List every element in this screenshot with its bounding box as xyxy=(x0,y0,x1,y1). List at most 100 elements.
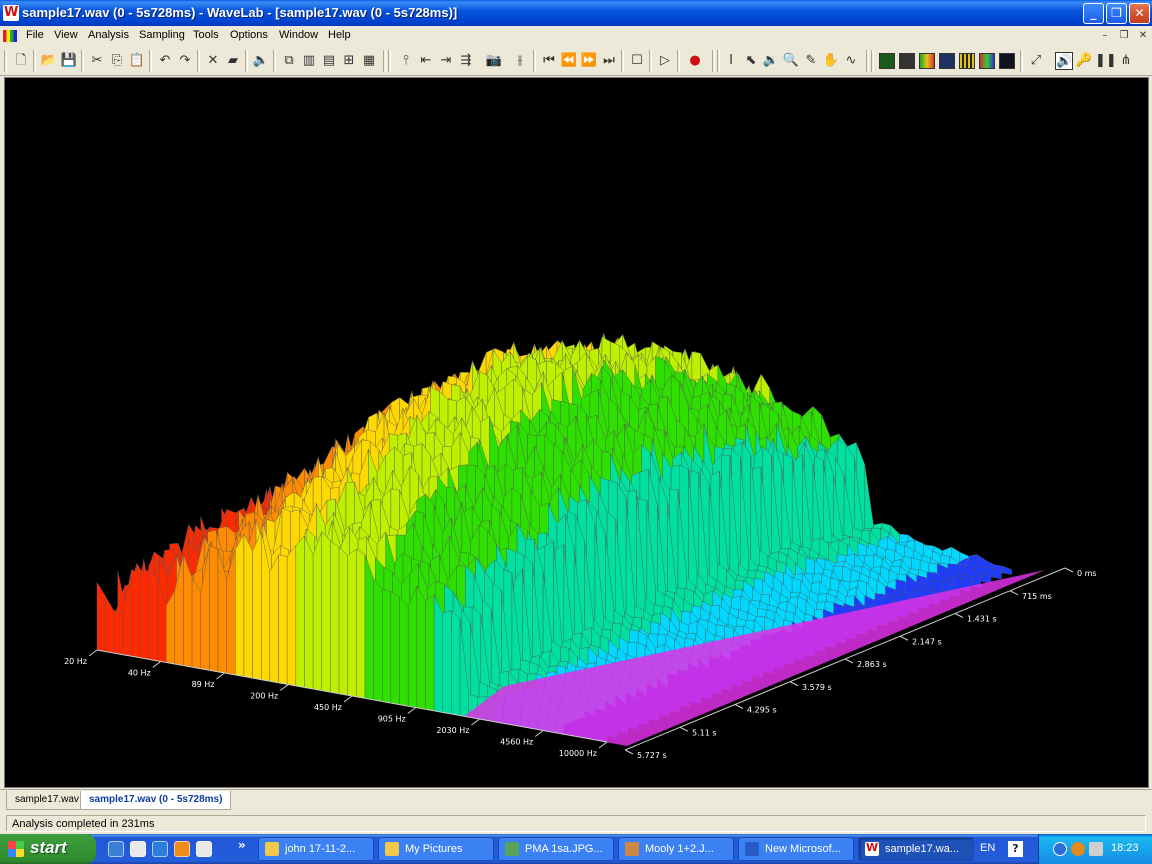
tile-horizontal-icon[interactable]: ▤ xyxy=(320,52,338,70)
toolbar-separator xyxy=(1020,50,1023,72)
select-icon[interactable]: ⬉ xyxy=(742,52,760,70)
language-indicator[interactable]: EN xyxy=(980,842,995,854)
speaker-tool-icon[interactable]: 🔉 xyxy=(762,52,780,70)
menu-options[interactable]: Options xyxy=(230,29,268,41)
arrange-icon[interactable]: ⊞ xyxy=(340,52,358,70)
menu-window[interactable]: Window xyxy=(279,29,318,41)
go-end-icon[interactable]: ⏭ xyxy=(600,52,618,70)
rewind-icon[interactable]: ⏪ xyxy=(560,52,578,70)
zoom-tool-icon[interactable]: 🔍 xyxy=(782,52,800,70)
curve-icon[interactable]: ∿ xyxy=(842,52,860,70)
spectrum-slice xyxy=(209,545,219,673)
menu-help[interactable]: Help xyxy=(328,29,351,41)
play-icon[interactable]: ▷ xyxy=(656,52,674,70)
toolbar-grip[interactable] xyxy=(388,50,391,72)
taskbar-item-mooly-jpg[interactable]: Mooly 1+2.J... xyxy=(618,837,734,861)
pause-icon[interactable]: ❚❚ xyxy=(1095,52,1117,70)
tile-vertical-icon[interactable]: ▥ xyxy=(300,52,318,70)
tile-cascade-icon[interactable]: ⧉ xyxy=(280,52,298,70)
phase-scope-icon[interactable] xyxy=(899,53,915,69)
hand-icon[interactable]: ✋ xyxy=(822,52,840,70)
wavelab-app-icon[interactable]: W xyxy=(3,5,19,21)
marker-all-icon[interactable]: ⇶ xyxy=(457,52,475,70)
tray-expand-icon[interactable] xyxy=(1053,842,1067,856)
close-button[interactable]: ✕ xyxy=(1129,3,1150,24)
spectrum-icon[interactable] xyxy=(979,53,995,69)
spectroscope-icon[interactable] xyxy=(919,53,935,69)
new-file-icon[interactable]: 🗋 xyxy=(12,52,30,70)
text-cursor-icon[interactable]: I xyxy=(722,52,740,70)
toolbar-separator xyxy=(245,50,248,72)
ie-quicklaunch-icon[interactable] xyxy=(108,841,124,857)
save-icon[interactable]: 💾 xyxy=(60,52,78,70)
pencil-icon[interactable]: ✎ xyxy=(802,52,820,70)
taskbar-item-pma-jpg[interactable]: PMA 1sa.JPG... xyxy=(498,837,614,861)
mdi-close-button[interactable]: ✕ xyxy=(1136,29,1150,43)
document-icon[interactable] xyxy=(3,30,17,42)
fullscreen-icon[interactable]: ⤢ xyxy=(1027,52,1045,70)
minimize-button[interactable]: _ xyxy=(1083,3,1104,24)
tab-sample17-wav[interactable]: sample17.wav xyxy=(6,791,88,810)
help-icon[interactable]: ? xyxy=(1008,841,1023,857)
window-quicklaunch-icon[interactable] xyxy=(196,841,212,857)
taskbar-item-wavelab[interactable]: W sample17.wa... xyxy=(858,837,974,861)
taskbar-item-john-folder[interactable]: john 17-11-2... xyxy=(258,837,374,861)
tray-app-icon[interactable] xyxy=(1071,842,1085,856)
marker-prev-icon[interactable]: ⇤ xyxy=(417,52,435,70)
snapshot-icon[interactable]: 📷 xyxy=(485,52,503,70)
menu-view[interactable]: View xyxy=(54,29,78,41)
taskbar-item-word[interactable]: New Microsof... xyxy=(738,837,854,861)
eraser-icon[interactable]: ▰ xyxy=(224,52,242,70)
split-icon[interactable]: ⫲ xyxy=(511,52,529,70)
oscilloscope-icon[interactable] xyxy=(999,53,1015,69)
spectrum-slice xyxy=(105,595,115,654)
maximize-button[interactable]: ❐ xyxy=(1106,3,1127,24)
speaker-icon[interactable]: 🔈 xyxy=(252,52,270,70)
tab-sample17-analysis[interactable]: sample17.wav (0 - 5s728ms) xyxy=(80,791,232,810)
cut-icon[interactable]: ✂ xyxy=(88,52,106,70)
marker-next-icon[interactable]: ⇥ xyxy=(437,52,455,70)
record-icon[interactable]: ● xyxy=(686,52,704,70)
level-meter-icon[interactable] xyxy=(879,53,895,69)
wavescope-icon[interactable] xyxy=(939,53,955,69)
undo-icon[interactable]: ↶ xyxy=(156,52,174,70)
media-player-icon[interactable] xyxy=(174,841,190,857)
redo-icon[interactable]: ↷ xyxy=(176,52,194,70)
paste-icon[interactable]: 📋 xyxy=(128,52,146,70)
bit-meter-icon[interactable] xyxy=(959,53,975,69)
open-folder-icon[interactable]: 📂 xyxy=(40,52,58,70)
quicklaunch-overflow-icon[interactable]: » xyxy=(238,838,246,852)
browser-quicklaunch-icon[interactable] xyxy=(152,841,168,857)
spectrum-slice xyxy=(390,591,400,705)
go-start-icon[interactable]: ⏮ xyxy=(540,52,558,70)
menu-analysis[interactable]: Analysis xyxy=(88,29,129,41)
spectrum-slice xyxy=(191,576,201,669)
toolbar-grip[interactable] xyxy=(871,50,874,72)
grid-icon[interactable]: ▦ xyxy=(360,52,378,70)
taskbar-item-my-pictures[interactable]: My Pictures xyxy=(378,837,494,861)
menu-file[interactable]: File xyxy=(26,29,44,41)
network-icon[interactable] xyxy=(1089,842,1103,856)
toolbar-grip[interactable] xyxy=(4,50,7,72)
title-bar[interactable]: W sample17.wav (0 - 5s728ms) - WaveLab -… xyxy=(0,0,1152,26)
menu-tools[interactable]: Tools xyxy=(193,29,219,41)
delete-icon[interactable]: ✕ xyxy=(204,52,222,70)
mdi-restore-button[interactable]: ❐ xyxy=(1117,29,1131,43)
toolbar-grip[interactable] xyxy=(717,50,720,72)
waveform-icon[interactable]: ⋔ xyxy=(1117,52,1135,70)
key-icon[interactable]: 🔑 xyxy=(1075,52,1093,70)
stop-icon[interactable]: ☐ xyxy=(628,52,646,70)
time-tick xyxy=(734,704,744,709)
show-desktop-icon[interactable] xyxy=(130,841,146,857)
time-tick xyxy=(679,726,689,732)
menu-sampling[interactable]: Sampling xyxy=(139,29,185,41)
copy-icon[interactable]: ⎘ xyxy=(108,52,126,70)
spectrum-slice xyxy=(373,578,383,702)
analysis-view[interactable]: 20 Hz 40 Hz 89 Hz 200 Hz 450 Hz 905 Hz 2030 Hz… xyxy=(4,77,1149,788)
monitor-speaker-icon[interactable]: 🔊 xyxy=(1055,52,1073,70)
start-button[interactable]: start xyxy=(0,834,96,864)
fast-forward-icon[interactable]: ⏩ xyxy=(580,52,598,70)
time-tick-label: 3.579 s xyxy=(802,683,832,692)
mdi-minimize-button[interactable]: – xyxy=(1098,29,1112,43)
marker-icon[interactable]: ⫯ xyxy=(397,52,415,70)
